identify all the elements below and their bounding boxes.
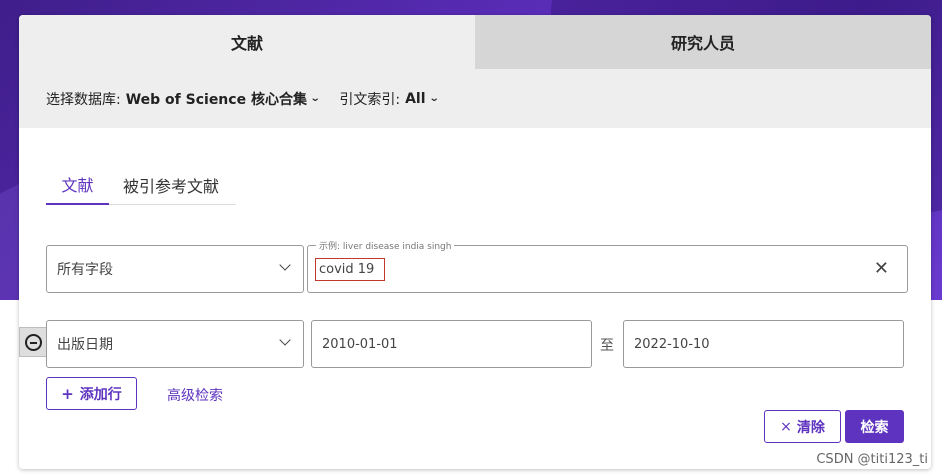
chevron-down-icon: ⌄ xyxy=(309,93,321,104)
database-label: 选择数据库: xyxy=(46,91,121,108)
date-range-separator: 至 xyxy=(600,338,614,354)
clear-button[interactable]: × 清除 xyxy=(764,410,841,443)
database-select[interactable]: Web of Science 核心合集 ⌄ xyxy=(125,89,321,109)
add-row-button[interactable]: + 添加行 xyxy=(46,377,137,410)
plus-icon: + xyxy=(61,384,74,403)
end-date-input[interactable] xyxy=(623,320,904,368)
citation-index-select[interactable]: All ⌄ xyxy=(405,90,440,107)
clear-label: 清除 xyxy=(796,419,825,436)
close-icon[interactable]: ✕ xyxy=(874,258,889,279)
field-select-row1[interactable]: 所有字段 xyxy=(46,245,304,293)
subtab-cited-references[interactable]: 被引参考文献 xyxy=(123,165,219,205)
field-select-row2[interactable]: 出版日期 xyxy=(46,320,304,368)
field-select-value: 所有字段 xyxy=(57,262,113,278)
minus-circle-icon xyxy=(24,333,42,351)
top-tabs: 文献 研究人员 xyxy=(19,15,931,69)
search-card: 文献 研究人员 选择数据库: Web of Science 核心合集 ⌄ 引文索… xyxy=(19,15,931,469)
start-date-input[interactable] xyxy=(311,320,592,368)
chevron-down-icon: ⌄ xyxy=(428,93,440,104)
citation-index-value: All xyxy=(405,90,426,107)
add-row-label: 添加行 xyxy=(79,386,122,403)
tab-researchers[interactable]: 研究人员 xyxy=(475,15,931,69)
search-query-box: 示例: liver disease india singh ✕ xyxy=(307,239,908,293)
chevron-down-icon xyxy=(279,334,291,346)
chevron-down-icon xyxy=(279,259,291,271)
subtab-documents[interactable]: 文献 xyxy=(46,165,109,205)
advanced-search-link[interactable]: 高级检索 xyxy=(167,385,223,405)
database-bar: 选择数据库: Web of Science 核心合集 ⌄ 引文索引: All ⌄ xyxy=(19,69,931,128)
citation-index-label: 引文索引: xyxy=(339,91,401,108)
search-input[interactable] xyxy=(315,258,385,281)
close-icon: × xyxy=(780,418,792,435)
tab-documents[interactable]: 文献 xyxy=(19,15,475,69)
remove-row-button[interactable] xyxy=(19,327,47,357)
field-select-value: 出版日期 xyxy=(57,337,113,353)
search-button[interactable]: 检索 xyxy=(845,410,904,443)
search-example-hint: 示例: liver disease india singh xyxy=(316,239,455,252)
sub-tabs: 文献 被引参考文献 xyxy=(46,165,236,205)
watermark: CSDN @titi123_ti xyxy=(816,452,928,467)
database-value: Web of Science 核心合集 xyxy=(125,91,307,108)
